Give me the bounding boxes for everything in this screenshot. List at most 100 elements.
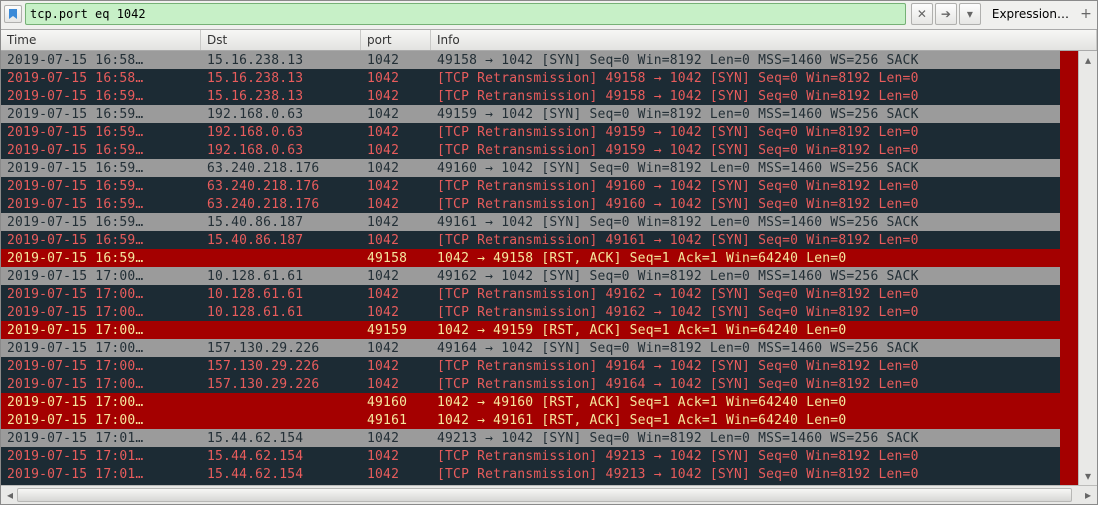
cell-time: 2019-07-15 16:59… (1, 197, 201, 212)
vertical-scrollbar[interactable]: ▴ ▾ (1078, 51, 1097, 485)
cell-dst: 192.168.0.63 (201, 107, 361, 122)
packet-table: Time Dst port Info 2019-07-15 16:58…15.1… (1, 29, 1097, 504)
cell-time: 2019-07-15 16:59… (1, 89, 201, 104)
cell-info: 49161 → 1042 [SYN] Seq=0 Win=8192 Len=0 … (431, 215, 1060, 230)
cell-dst: 15.44.62.154 (201, 449, 361, 464)
cell-port: 1042 (361, 359, 431, 374)
table-row[interactable]: 2019-07-15 16:59…63.240.218.1761042[TCP … (1, 195, 1060, 213)
table-row[interactable]: 2019-07-15 17:01…15.44.62.1541042[TCP Re… (1, 465, 1060, 483)
cell-info: [TCP Retransmission] 49158 → 1042 [SYN] … (431, 89, 1060, 104)
cell-info: 49160 → 1042 [SYN] Seq=0 Win=8192 Len=0 … (431, 161, 1060, 176)
cell-info: 1042 → 49159 [RST, ACK] Seq=1 Ack=1 Win=… (431, 323, 1060, 338)
table-row[interactable]: 2019-07-15 16:59…15.16.238.131042[TCP Re… (1, 87, 1060, 105)
cell-dst: 15.44.62.154 (201, 431, 361, 446)
cell-time: 2019-07-15 17:01… (1, 449, 201, 464)
cell-time: 2019-07-15 17:00… (1, 323, 201, 338)
cell-time: 2019-07-15 16:58… (1, 71, 201, 86)
cell-info: [TCP Retransmission] 49161 → 1042 [SYN] … (431, 233, 1060, 248)
cell-info: [TCP Retransmission] 49160 → 1042 [SYN] … (431, 179, 1060, 194)
cell-port: 1042 (361, 305, 431, 320)
table-row[interactable]: 2019-07-15 16:59…15.40.86.1871042[TCP Re… (1, 231, 1060, 249)
recent-filters-button[interactable]: ▾ (959, 3, 981, 25)
cell-time: 2019-07-15 17:01… (1, 467, 201, 482)
table-row[interactable]: 2019-07-15 17:00…491611042 → 49161 [RST,… (1, 411, 1060, 429)
col-info[interactable]: Info (431, 30, 1097, 50)
table-row[interactable]: 2019-07-15 17:00…10.128.61.61104249162 →… (1, 267, 1060, 285)
cell-time: 2019-07-15 17:00… (1, 341, 201, 356)
cell-dst: 15.16.238.13 (201, 71, 361, 86)
table-row[interactable]: 2019-07-15 17:00…10.128.61.611042[TCP Re… (1, 303, 1060, 321)
cell-info: 49213 → 1042 [SYN] Seq=0 Win=8192 Len=0 … (431, 431, 1060, 446)
cell-port: 1042 (361, 377, 431, 392)
cell-info: [TCP Retransmission] 49158 → 1042 [SYN] … (431, 71, 1060, 86)
table-row[interactable]: 2019-07-15 16:59…63.240.218.1761042[TCP … (1, 177, 1060, 195)
col-time[interactable]: Time (1, 30, 201, 50)
scroll-right-icon[interactable]: ▸ (1081, 488, 1095, 502)
cell-port: 1042 (361, 107, 431, 122)
cell-port: 1042 (361, 449, 431, 464)
cell-time: 2019-07-15 17:00… (1, 377, 201, 392)
cell-time: 2019-07-15 17:00… (1, 305, 201, 320)
cell-info: [TCP Retransmission] 49162 → 1042 [SYN] … (431, 287, 1060, 302)
cell-time: 2019-07-15 16:58… (1, 53, 201, 68)
table-row[interactable]: 2019-07-15 16:59…63.240.218.176104249160… (1, 159, 1060, 177)
cell-port: 1042 (361, 215, 431, 230)
clear-filter-button[interactable]: ✕ (911, 3, 933, 25)
apply-filter-button[interactable]: ➔ (935, 3, 957, 25)
table-row[interactable]: 2019-07-15 16:59…491581042 → 49158 [RST,… (1, 249, 1060, 267)
cell-info: [TCP Retransmission] 49159 → 1042 [SYN] … (431, 143, 1060, 158)
table-row[interactable]: 2019-07-15 16:59…15.40.86.187104249161 →… (1, 213, 1060, 231)
table-row[interactable]: 2019-07-15 17:00…10.128.61.611042[TCP Re… (1, 285, 1060, 303)
col-dst[interactable]: Dst (201, 30, 361, 50)
add-filter-button[interactable]: + (1078, 6, 1094, 22)
cell-port: 1042 (361, 161, 431, 176)
vscroll-track[interactable] (1079, 67, 1097, 469)
col-port[interactable]: port (361, 30, 431, 50)
table-row[interactable]: 2019-07-15 16:58…15.16.238.131042[TCP Re… (1, 69, 1060, 87)
cell-dst: 63.240.218.176 (201, 197, 361, 212)
cell-time: 2019-07-15 16:59… (1, 215, 201, 230)
cell-dst: 15.16.238.13 (201, 89, 361, 104)
cell-port: 1042 (361, 71, 431, 86)
table-row[interactable]: 2019-07-15 17:00…491601042 → 49160 [RST,… (1, 393, 1060, 411)
table-row[interactable]: 2019-07-15 16:59…192.168.0.631042[TCP Re… (1, 141, 1060, 159)
cell-port: 1042 (361, 341, 431, 356)
bookmark-filter-icon[interactable] (4, 5, 22, 23)
cell-dst: 192.168.0.63 (201, 143, 361, 158)
expression-button[interactable]: Expression… (986, 7, 1075, 21)
cell-info: 49159 → 1042 [SYN] Seq=0 Win=8192 Len=0 … (431, 107, 1060, 122)
scroll-left-icon[interactable]: ◂ (3, 488, 17, 502)
table-row[interactable]: 2019-07-15 17:00…157.130.29.2261042[TCP … (1, 357, 1060, 375)
cell-time: 2019-07-15 17:00… (1, 413, 201, 428)
cell-time: 2019-07-15 17:01… (1, 431, 201, 446)
table-row[interactable]: 2019-07-15 17:01…15.44.62.1541042[TCP Re… (1, 447, 1060, 465)
table-row[interactable]: 2019-07-15 17:00…491591042 → 49159 [RST,… (1, 321, 1060, 339)
cell-info: 49158 → 1042 [SYN] Seq=0 Win=8192 Len=0 … (431, 53, 1060, 68)
table-row[interactable]: 2019-07-15 17:00…157.130.29.2261042[TCP … (1, 375, 1060, 393)
horizontal-scrollbar[interactable]: ◂ ▸ (1, 485, 1097, 504)
table-body[interactable]: 2019-07-15 16:58…15.16.238.13104249158 →… (1, 51, 1060, 485)
table-row[interactable]: 2019-07-15 16:59…192.168.0.63104249159 →… (1, 105, 1060, 123)
packet-list-view: ✕ ➔ ▾ Expression… + Time Dst port Info 2… (0, 0, 1098, 505)
cell-info: [TCP Retransmission] 49213 → 1042 [SYN] … (431, 449, 1060, 464)
cell-info: [TCP Retransmission] 49162 → 1042 [SYN] … (431, 305, 1060, 320)
display-filter-input[interactable] (25, 3, 906, 25)
cell-info: 49164 → 1042 [SYN] Seq=0 Win=8192 Len=0 … (431, 341, 1060, 356)
cell-port: 1042 (361, 431, 431, 446)
hscroll-track[interactable] (17, 486, 1081, 504)
table-row[interactable]: 2019-07-15 17:01…15.44.62.154104249213 →… (1, 429, 1060, 447)
cell-port: 1042 (361, 179, 431, 194)
table-body-outer: 2019-07-15 16:58…15.16.238.13104249158 →… (1, 51, 1097, 485)
table-row[interactable]: 2019-07-15 16:59…192.168.0.631042[TCP Re… (1, 123, 1060, 141)
cell-time: 2019-07-15 17:00… (1, 359, 201, 374)
cell-info: 1042 → 49160 [RST, ACK] Seq=1 Ack=1 Win=… (431, 395, 1060, 410)
table-row[interactable]: 2019-07-15 16:58…15.16.238.13104249158 →… (1, 51, 1060, 69)
cell-info: [TCP Retransmission] 49159 → 1042 [SYN] … (431, 125, 1060, 140)
cell-port: 1042 (361, 467, 431, 482)
cell-dst: 15.16.238.13 (201, 53, 361, 68)
table-row[interactable]: 2019-07-15 17:00…157.130.29.226104249164… (1, 339, 1060, 357)
scroll-up-icon[interactable]: ▴ (1081, 53, 1095, 67)
close-icon: ✕ (917, 7, 927, 21)
hscroll-thumb[interactable] (17, 488, 1072, 502)
scroll-down-icon[interactable]: ▾ (1081, 469, 1095, 483)
